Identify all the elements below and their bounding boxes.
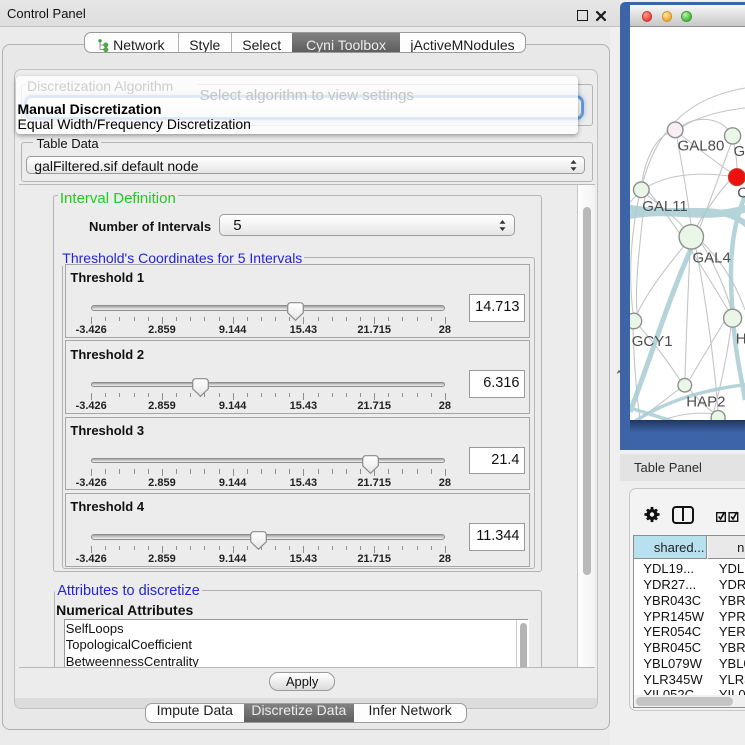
svg-text:GAL7: GAL7	[734, 143, 745, 160]
svg-text:CD: CD	[737, 185, 745, 202]
svg-text:GAL80: GAL80	[678, 138, 725, 155]
svg-text:GCY1: GCY1	[632, 333, 673, 350]
svg-text:HT: HT	[736, 331, 745, 348]
svg-text:HAP2: HAP2	[686, 394, 725, 411]
svg-text:GAL4: GAL4	[693, 250, 731, 267]
svg-text:GAL11: GAL11	[642, 198, 688, 215]
